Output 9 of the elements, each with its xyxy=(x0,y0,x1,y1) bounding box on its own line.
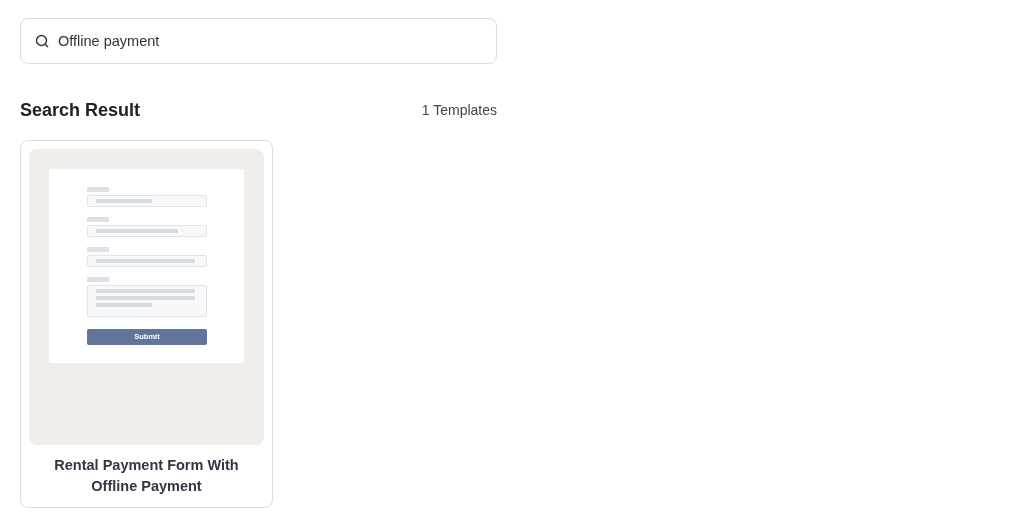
label-placeholder xyxy=(87,276,109,282)
results-heading: Search Result xyxy=(20,100,141,122)
label-placeholder xyxy=(87,186,109,192)
template-title: Rental Payment Form With Offline Payment xyxy=(53,455,240,496)
label-placeholder xyxy=(87,216,109,222)
search-field[interactable]: Offline payment xyxy=(20,18,497,64)
label-placeholder xyxy=(87,246,109,252)
search-icon xyxy=(35,34,49,48)
results-count: 1 Templates xyxy=(421,101,497,121)
